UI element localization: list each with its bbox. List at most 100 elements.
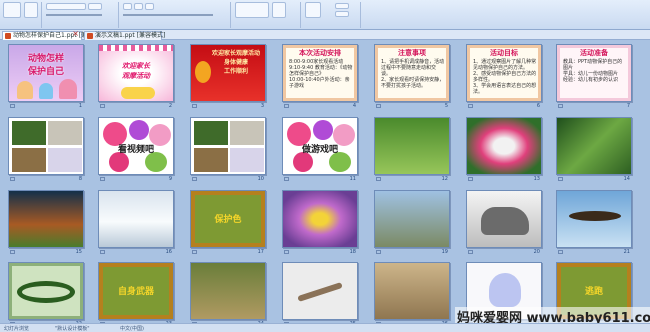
slide-preview[interactable] [556, 117, 632, 175]
slide-thumbnail[interactable]: 动物怎样 保护自己 1 [8, 44, 84, 116]
slide-preview[interactable] [374, 117, 450, 175]
paste-button[interactable] [3, 2, 21, 18]
slide-thumbnail[interactable]: 21 [556, 190, 632, 262]
slide-preview[interactable] [466, 190, 542, 248]
slide-number: 4 [352, 103, 356, 109]
slide-number: 9 [168, 176, 172, 182]
slide-thumbnail[interactable]: 看视频吧 9 [98, 117, 174, 189]
slide-preview[interactable]: 活动准备 教具：PPT动物保护自己的图片 学具：幼儿一份动物图片 经验：幼儿有初步的… [556, 44, 632, 102]
slide-thumbnail[interactable]: 本次活动安排 8:00-9:00家长观看活动 9:10-9:40 教育活动：《动物… [282, 44, 358, 116]
align-right-button[interactable] [145, 3, 154, 10]
slide-thumbnail[interactable]: 注意事项 1、请把手机调成静音，活动过程中不要随意走动和交谈。 2、家长观看时请保… [374, 44, 450, 116]
slide-thumbnail[interactable]: 活动目标 1、通过观察图片了解几种常见动物保护自己的方法。 2、感受动物保护自己方… [466, 44, 542, 116]
slide-thumbnail[interactable]: 15 [8, 190, 84, 262]
slide-transition-icon [558, 250, 563, 254]
slide-body: 1、请把手机调成静音，活动过程中不要随意走动和交谈。 2、家长观看时请保持安静，不… [381, 59, 445, 89]
new-slide-button[interactable] [24, 2, 38, 18]
slide-thumbnail[interactable]: 欢迎家长 观摩活动 2 [98, 44, 174, 116]
slide-thumbnail[interactable]: 19 [374, 190, 450, 262]
slide-title: 看视频吧 [117, 145, 154, 155]
slide-preview[interactable]: 活动目标 1、通过观察图片了解几种常见动物保护自己的方法。 2、感受动物保护自己方… [466, 44, 542, 102]
slide-preview[interactable]: 自身武器 [98, 262, 174, 320]
ppt-file-icon [5, 33, 11, 39]
status-bar: 幻灯片浏览 "默认设计模板" 中文(中国) [0, 323, 650, 332]
slide-preview[interactable]: 做游戏吧 [282, 117, 358, 175]
slide-thumbnail[interactable]: 16 [98, 190, 174, 262]
slide-number: 1 [78, 103, 82, 109]
slide-thumbnail[interactable]: 22 [8, 262, 84, 332]
align-center-button[interactable] [134, 3, 143, 10]
slide-preview[interactable] [466, 117, 542, 175]
tab-label: 演示文稿1.ppt [兼容模式] [95, 32, 166, 39]
slide-preview[interactable] [282, 262, 358, 320]
slide-preview[interactable] [190, 117, 266, 175]
slide-preview[interactable] [8, 262, 84, 320]
slide-preview[interactable]: 本次活动安排 8:00-9:00家长观看活动 9:10-9:40 教育活动：《动物… [282, 44, 358, 102]
slide-transition-icon [284, 177, 289, 181]
tab-document-1[interactable]: 动物怎样保护自己1.ppt [兼容模式] × [2, 30, 107, 40]
tab-document-2[interactable]: 演示文稿1.ppt [兼容模式] [84, 31, 166, 40]
slide-thumbnail[interactable]: 10 [190, 117, 266, 189]
slide-thumbnail[interactable]: 13 [466, 117, 542, 189]
slide-title: 保护色 [214, 215, 242, 225]
replace-button[interactable] [335, 11, 349, 17]
slide-preview[interactable]: 看视频吧 [98, 117, 174, 175]
align-left-button[interactable] [123, 3, 132, 10]
slide-thumbnail[interactable]: 26 [374, 262, 450, 332]
slide-preview[interactable] [374, 262, 450, 320]
slide-thumbnail[interactable]: 12 [374, 117, 450, 189]
slide-number: 13 [533, 176, 540, 182]
slide-preview[interactable] [374, 190, 450, 248]
arrange-button[interactable] [272, 2, 286, 18]
slide-transition-icon [376, 177, 381, 181]
slide-transition-icon [468, 250, 473, 254]
slide-thumbnail[interactable]: 18 [282, 190, 358, 262]
slide-thumbnail[interactable]: 保护色 17 [190, 190, 266, 262]
slide-preview[interactable]: 动物怎样 保护自己 [8, 44, 84, 102]
slide-number: 10 [257, 176, 264, 182]
slide-thumbnail[interactable]: 活动准备 教具：PPT动物保护自己的图片 学具：幼儿一份动物图片 经验：幼儿有初步的… [556, 44, 632, 116]
slide-transition-icon [468, 177, 473, 181]
slide-transition-icon [284, 250, 289, 254]
slide-number: 6 [536, 103, 540, 109]
shapes-gallery[interactable] [235, 2, 269, 18]
slide-preview[interactable]: 注意事项 1、请把手机调成静音，活动过程中不要随意走动和交谈。 2、家长观看时请保… [374, 44, 450, 102]
slide-number: 21 [623, 249, 630, 255]
slide-title: 做游戏吧 [301, 145, 338, 155]
quick-styles-button[interactable] [305, 2, 321, 18]
document-tab-bar: 动物怎样保护自己1.ppt [兼容模式] × 演示文稿1.ppt [兼容模式] [0, 30, 650, 40]
slide-preview[interactable]: 保护色 [190, 190, 266, 248]
slide-number: 5 [444, 103, 448, 109]
slide-number: 3 [260, 103, 264, 109]
font-name-box[interactable] [46, 3, 86, 10]
slide-transition-icon [558, 104, 563, 108]
slide-number: 14 [623, 176, 630, 182]
slide-thumbnail[interactable]: 做游戏吧 11 [282, 117, 358, 189]
slide-preview[interactable]: 欢迎家长 观摩活动 [98, 44, 174, 102]
slide-title: 逃跑 [584, 287, 603, 297]
slide-preview[interactable] [8, 117, 84, 175]
powerpoint-window: 动物怎样保护自己1.ppt [兼容模式] × 演示文稿1.ppt [兼容模式] … [0, 0, 650, 332]
slide-preview[interactable] [8, 190, 84, 248]
close-tab-icon[interactable]: × [72, 30, 79, 38]
find-button[interactable] [335, 3, 349, 9]
slide-transition-icon [468, 104, 473, 108]
slide-thumbnail[interactable]: 25 [282, 262, 358, 332]
slide-preview[interactable] [282, 190, 358, 248]
slide-preview[interactable] [556, 190, 632, 248]
slide-preview[interactable]: 欢迎家长观摩活动 身体健康 工作顺利 [190, 44, 266, 102]
slide-thumbnail[interactable]: 24 [190, 262, 266, 332]
slide-preview[interactable] [190, 262, 266, 320]
slide-thumbnail[interactable]: 自身武器23 [98, 262, 174, 332]
slide-thumbnail[interactable]: 8 [8, 117, 84, 189]
font-size-box[interactable] [88, 3, 102, 10]
slide-preview[interactable] [98, 190, 174, 248]
slide-thumbnail[interactable]: 20 [466, 190, 542, 262]
slide-body: 1、通过观察图片了解几种常见动物保护自己的方法。 2、感受动物保护自己方法的多样性… [473, 59, 537, 95]
slide-title: 活动准备 [580, 49, 608, 57]
slide-thumbnail[interactable]: 欢迎家长观摩活动 身体健康 工作顺利 3 [190, 44, 266, 116]
slide-number: 19 [441, 249, 448, 255]
slide-transition-icon [100, 250, 105, 254]
slide-title: 动物怎样 保护自己 [27, 54, 64, 77]
slide-thumbnail[interactable]: 14 [556, 117, 632, 189]
